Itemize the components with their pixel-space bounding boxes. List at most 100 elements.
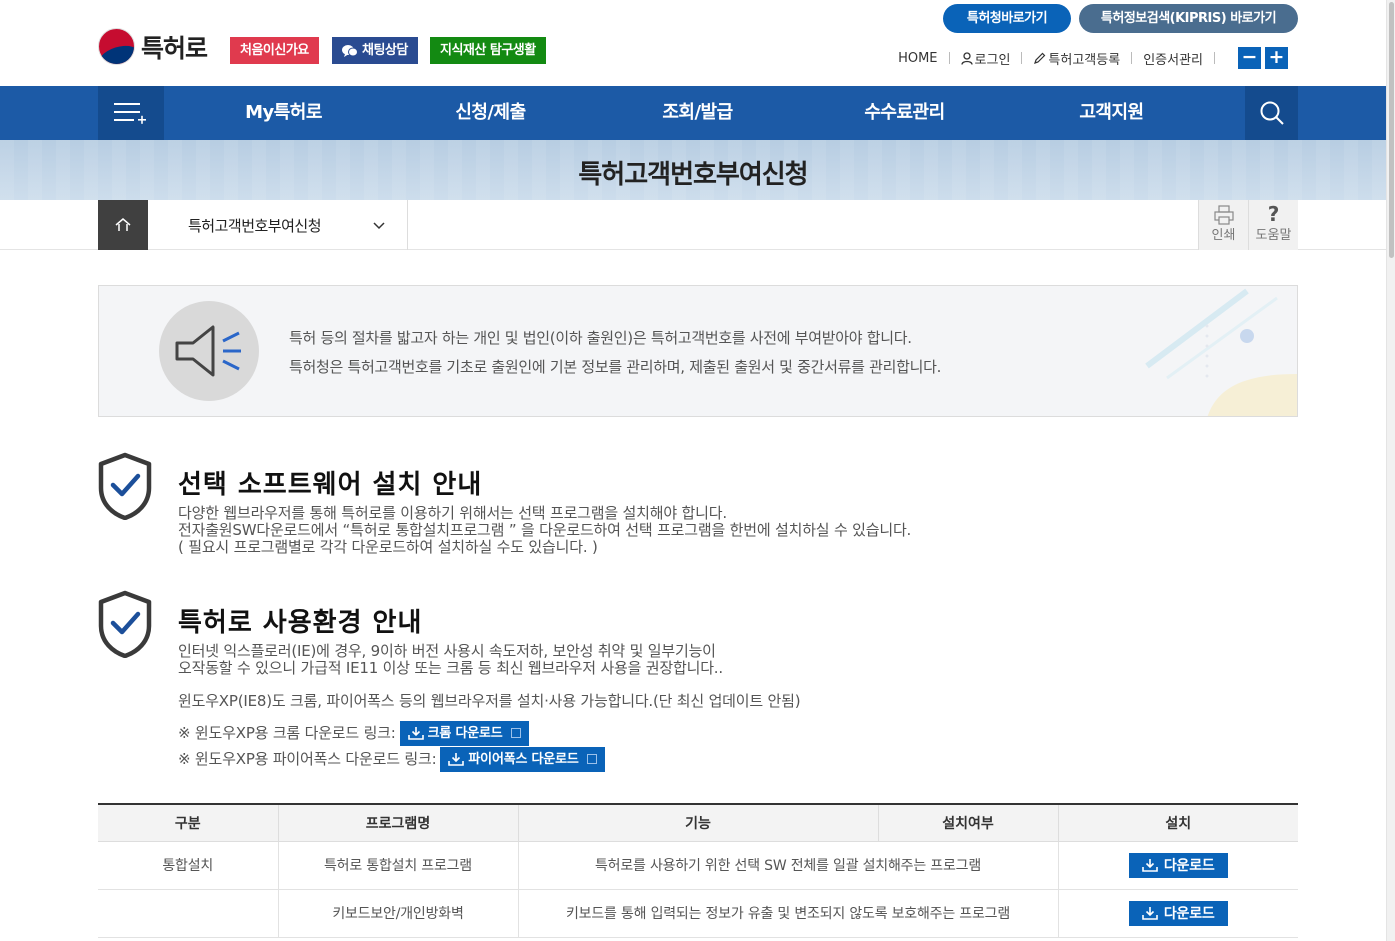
environment-title: 특허로 사용환경 안내 [178,608,423,638]
cell-category [98,889,278,938]
megaphone-icon [175,325,241,377]
search-button[interactable] [1245,86,1298,140]
nav-item-support[interactable]: 고객지원 [1008,86,1215,140]
site-logo[interactable]: 특허로 [98,28,208,65]
divider [1214,52,1215,64]
external-link-icon [586,754,597,764]
notice-text: 특허 등의 절차를 밟고자 하는 개인 및 법인(이하 출원인)은 특허고객번호… [289,324,941,382]
shield-check-icon [98,590,152,658]
main-navigation: My특허로 신청/제출 조회/발급 수수료관리 고객지원 [0,86,1386,140]
download-button[interactable]: 다운로드 [1128,900,1228,926]
col-header-category: 구분 [98,804,278,842]
nav-item-fees[interactable]: 수수료관리 [801,86,1008,140]
all-menu-button[interactable] [98,86,164,140]
chrome-download-row: ※ 윈도우XP용 크롬 다운로드 링크: 크롬 다운로드 [178,720,800,746]
taeguk-logo-icon [98,28,135,65]
certificate-link[interactable]: 인증서관리 [1143,49,1203,68]
user-icon [960,51,973,65]
software-install-line-1: 다양한 웹브라우저를 통해 특허로를 이용하기 위해서는 선택 프로그램을 설치… [178,504,727,522]
chat-consult-label: 채팅상담 [362,43,408,58]
help-label: 도움말 [1255,228,1292,243]
vertical-scrollbar[interactable] [1386,0,1395,941]
nav-item-apply[interactable]: 신청/제출 [387,86,594,140]
site-header: 특허로 처음이신가요 채팅상담 지식재산 탐구생활 특허청바로가기 특허정보검색… [0,0,1386,86]
download-button[interactable]: 다운로드 [1128,852,1228,878]
download-icon [407,727,424,740]
chat-consult-button[interactable]: 채팅상담 [332,37,418,64]
table-header-row: 구분 프로그램명 기능 설치여부 설치 [98,804,1298,842]
chat-bubble-icon [342,44,358,57]
home-link[interactable]: HOME [898,51,937,66]
kipris-link-button[interactable]: 특허정보검색(KIPRIS) 바로가기 [1079,4,1298,33]
software-install-body: 다양한 웹브라우저를 통해 특허로를 이용하기 위해서는 선택 프로그램을 설치… [178,505,911,556]
logo-text: 특허로 [141,33,208,63]
download-button-label: 다운로드 [1163,858,1215,874]
nav-item-my[interactable]: My특허로 [180,86,387,140]
page-banner: 특허고객번호부여신청 [0,140,1386,200]
environment-body: 인터넷 익스플로러(IE)에 경우, 9이하 버전 사용시 속도저하, 보안성 … [178,642,801,772]
decorative-lines-graphic [1145,288,1297,416]
cell-function: 키보드를 통해 입력되는 정보가 유출 및 변조되지 않도록 보호해주는 프로그… [517,889,1058,938]
breadcrumb-home-button[interactable] [98,200,148,250]
environment-line-3: 윈도우XP(IE8)도 크롬, 파이어폭스 등의 웹브라우저를 설치·사용 가능… [178,692,801,710]
pencil-icon [1034,52,1046,64]
chrome-download-button-label: 크롬 다운로드 [427,725,503,741]
software-install-line-2: 전자출원SW다운로드에서 “특허로 통합설치프로그램 ” 을 다운로드하여 선택… [178,521,912,539]
cell-program: 특허로 통합설치 프로그램 [277,841,518,890]
cell-function: 특허로를 사용하기 위한 선택 SW 전체를 일괄 설치해주는 프로그램 [517,841,1058,890]
notice-box: 특허 등의 절차를 밟고자 하는 개인 및 법인(이하 출원인)은 특허고객번호… [98,285,1298,417]
nav-item-inquiry[interactable]: 조회/발급 [594,86,801,140]
table-row: 통합설치 특허로 통합설치 프로그램 특허로를 사용하기 위한 선택 SW 전체… [98,841,1298,890]
breadcrumb-current-label: 특허고객번호부여신청 [188,216,322,235]
breadcrumb-page-select[interactable]: 특허고객번호부여신청 [148,200,408,250]
download-icon [1142,859,1158,872]
download-icon [448,753,465,766]
notice-line-2: 특허청은 특허고객번호를 기초로 출원인에 기본 정보를 관리하며, 제출된 출… [289,358,942,376]
software-install-title: 선택 소프트웨어 설치 안내 [178,470,483,500]
divider [1021,52,1023,64]
cell-category: 통합설치 [98,841,278,890]
help-button[interactable]: ? 도움말 [1248,200,1298,250]
kipo-link-button[interactable]: 특허청바로가기 [943,4,1071,33]
chevron-down-icon [373,222,385,230]
menu-plus-icon [114,103,146,124]
question-icon: ? [1267,202,1280,226]
zoom-in-button[interactable]: + [1265,47,1288,69]
firefox-download-label: ※ 윈도우XP용 파이어폭스 다운로드 링크: [178,749,437,768]
col-header-program: 프로그램명 [277,804,518,842]
home-icon [115,218,131,231]
nav-items: My특허로 신청/제출 조회/발급 수수료관리 고객지원 [180,86,1215,140]
first-visit-button[interactable]: 처음이신가요 [230,37,319,64]
cell-install: 다운로드 [1057,841,1298,890]
shield-check-icon [98,452,152,520]
notice-line-1: 특허 등의 절차를 밟고자 하는 개인 및 법인(이하 출원인)은 특허고객번호… [289,329,912,347]
chrome-download-label: ※ 윈도우XP용 크롬 다운로드 링크: [178,723,396,742]
external-link-icon [510,728,521,738]
software-install-line-3: ( 필요시 프로그램별로 각각 다운로드하여 설치하실 수도 있습니다. ) [178,538,598,556]
breadcrumb: 특허고객번호부여신청 인쇄 ? 도움말 [0,200,1386,250]
firefox-download-button[interactable]: 파이어폭스 다운로드 [440,746,605,772]
environment-line-1: 인터넷 익스플로러(IE)에 경우, 9이하 버전 사용시 속도저하, 보안성 … [178,642,716,660]
page-title: 특허고객번호부여신청 [578,160,808,190]
register-link[interactable]: 특허고객등록 [1048,49,1120,68]
cell-program: 키보드보안/개인방화벽 [277,889,518,938]
program-table: 구분 프로그램명 기능 설치여부 설치 통합설치 특허로 통합설치 프로그램 특… [98,803,1298,938]
col-header-install: 설치 [1057,804,1298,842]
print-button[interactable]: 인쇄 [1198,200,1248,250]
zoom-out-button[interactable]: − [1238,47,1261,69]
chrome-download-button[interactable]: 크롬 다운로드 [399,720,529,746]
login-link[interactable]: 로그인 [975,49,1011,68]
scrollbar-thumb[interactable] [1389,2,1394,258]
divider [1131,52,1133,64]
col-header-installed: 설치여부 [877,804,1058,842]
printer-icon [1214,205,1234,225]
firefox-download-row: ※ 윈도우XP용 파이어폭스 다운로드 링크: 파이어폭스 다운로드 [178,746,800,772]
col-header-function: 기능 [517,804,878,842]
ip-life-button[interactable]: 지식재산 탐구생활 [430,37,546,64]
utility-menu: HOME 로그인 특허고객등록 인증서관리 − + [898,47,1288,69]
divider [948,52,950,64]
download-button-label: 다운로드 [1163,906,1215,922]
table-row: 키보드보안/개인방화벽 키보드를 통해 입력되는 정보가 유출 및 변조되지 않… [98,889,1298,938]
search-icon [1260,101,1284,125]
download-icon [1142,907,1158,920]
